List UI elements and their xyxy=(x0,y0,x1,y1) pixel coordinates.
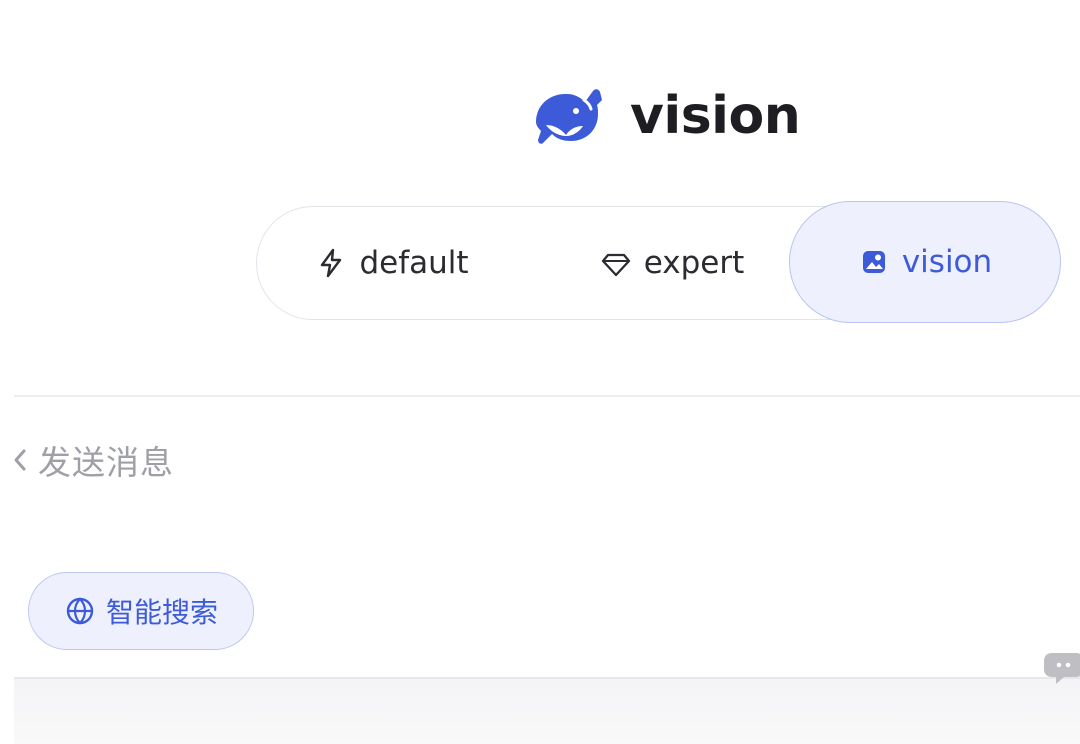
mode-default-label: default xyxy=(359,245,469,281)
globe-icon xyxy=(66,597,94,625)
whale-logo-icon xyxy=(536,89,602,144)
chat-bubble-icon xyxy=(1044,653,1080,684)
header: vision xyxy=(526,84,801,148)
message-placeholder[interactable]: 发送消息 xyxy=(38,436,174,484)
app-title: vision xyxy=(630,86,801,146)
diamond-icon xyxy=(601,253,630,277)
app-page: vision default expert vision 发送消息 智能搜索 xyxy=(0,0,1080,744)
mode-vision-label: vision xyxy=(901,244,993,280)
mode-default[interactable]: default xyxy=(257,206,527,320)
bottom-shade xyxy=(14,679,1080,744)
image-icon xyxy=(862,251,885,273)
chevron-left-icon[interactable] xyxy=(10,446,30,474)
smart-search-label: 智能搜索 xyxy=(105,596,218,629)
mode-vision[interactable]: vision xyxy=(789,201,1061,323)
mode-switch: default expert vision xyxy=(256,201,1061,323)
top-divider xyxy=(14,395,1080,397)
mode-expert[interactable]: expert xyxy=(537,206,807,320)
smart-search-button[interactable]: 智能搜索 xyxy=(28,572,254,650)
bolt-icon xyxy=(321,248,342,278)
message-composer[interactable]: 发送消息 xyxy=(10,436,174,484)
mode-expert-label: expert xyxy=(643,245,745,281)
